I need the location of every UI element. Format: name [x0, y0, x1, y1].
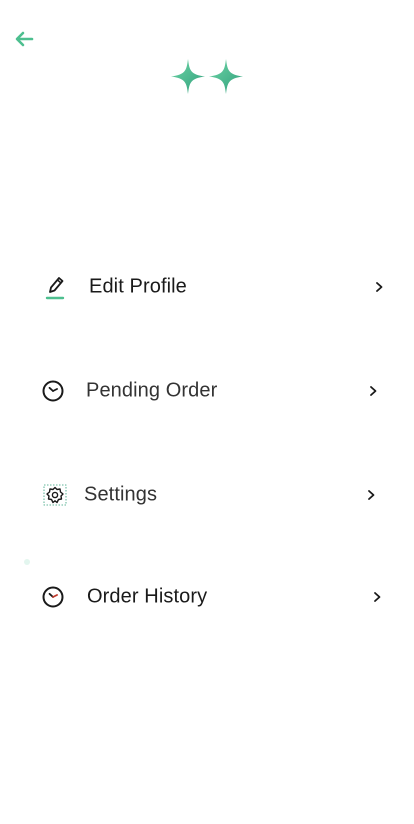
menu-item-label: Order History	[87, 585, 208, 608]
chevron-right-icon	[374, 592, 381, 602]
menu-item-settings[interactable]: Settings	[0, 470, 414, 520]
menu-item-order-history[interactable]: Order History	[0, 572, 414, 622]
menu-item-label: Edit Profile	[89, 275, 187, 298]
menu-item-label: Settings	[84, 483, 158, 506]
chevron-right-icon	[368, 490, 375, 500]
decorative-dot	[24, 559, 30, 565]
gear-icon	[42, 482, 68, 508]
clock-history-icon	[40, 584, 66, 610]
menu-item-label: Pending Order	[86, 379, 218, 402]
pencil-edit-icon	[42, 274, 68, 300]
arrow-left-icon	[15, 31, 34, 47]
app-logo	[168, 57, 248, 97]
menu-item-edit-profile[interactable]: Edit Profile	[0, 262, 414, 312]
menu-item-pending-order[interactable]: Pending Order	[0, 366, 414, 416]
chevron-right-icon	[376, 282, 383, 292]
clock-icon	[40, 378, 66, 404]
back-button[interactable]	[10, 26, 38, 52]
chevron-right-icon	[370, 386, 377, 396]
sparkle-logo-icon	[171, 59, 243, 94]
